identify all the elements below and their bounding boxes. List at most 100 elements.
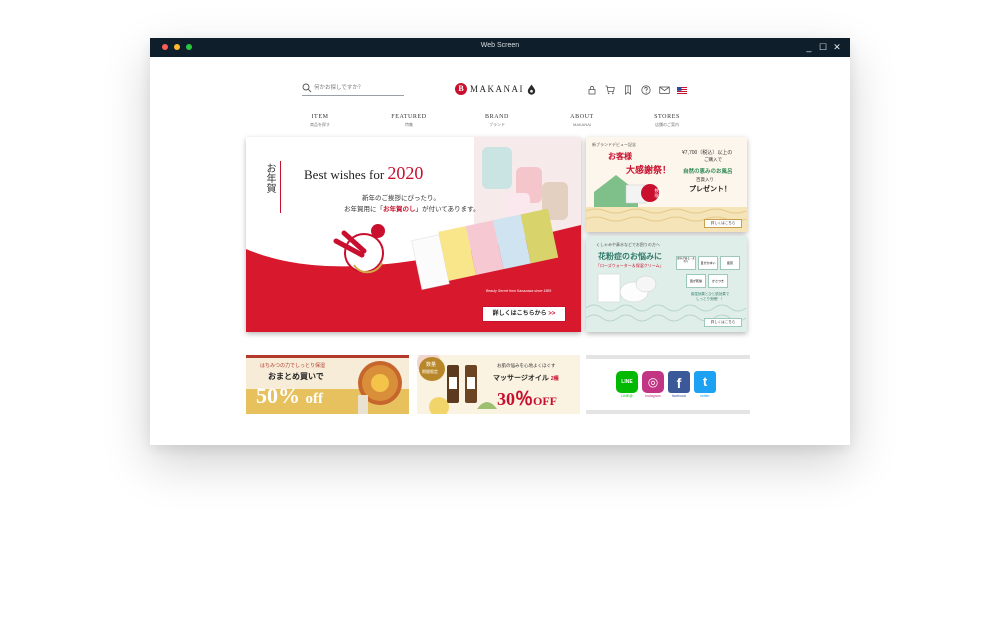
twitter-icon: t bbox=[694, 371, 716, 393]
minimize-button[interactable]: _ bbox=[804, 41, 814, 53]
promo-pollen-chip: かさつき bbox=[708, 274, 728, 288]
hero-button-label: 詳しくはこちらから bbox=[492, 311, 547, 317]
search-icon bbox=[302, 83, 312, 93]
instagram-icon: ◎ bbox=[642, 371, 664, 393]
banner-oil-title: マッサージオイル bbox=[493, 375, 549, 382]
promo-pollen-chip: 肌荒 bbox=[720, 256, 740, 270]
banner-oil-discount: 30％OFF bbox=[497, 385, 557, 411]
nav-label: ITEM bbox=[311, 114, 329, 120]
nav-item-brand[interactable]: BRAND ブランド bbox=[462, 114, 532, 128]
main-nav: ITEM 商品を探す FEATURED 特集 BRAND ブランド ABOUT MAKA… bbox=[290, 114, 710, 132]
banner-oil-off: OFF bbox=[533, 394, 557, 408]
hero-credit: Beauty Secret from Kanazawa since 1889 bbox=[486, 289, 552, 293]
lock-icon[interactable] bbox=[586, 84, 598, 96]
promo-pollen-chip: 肌が乾燥 bbox=[686, 274, 706, 288]
promo-pollen-card[interactable]: くしゃみや鼻水などでお困りの方へ 花粉症のお悩みに 「ローズウォーター＆保湿クリ… bbox=[586, 236, 747, 332]
line-icon: LINE bbox=[616, 371, 638, 393]
logo-mark: B bbox=[455, 83, 467, 95]
promo-thanks-button[interactable]: 詳しくはこちら bbox=[704, 219, 742, 228]
nav-label: BRAND bbox=[484, 114, 509, 120]
close-button[interactable]: ✕ bbox=[832, 41, 842, 53]
cart-icon[interactable] bbox=[604, 84, 616, 96]
nav-item-item[interactable]: ITEM 商品を探す bbox=[285, 114, 355, 128]
banner-honey-big: 50% bbox=[256, 383, 300, 408]
banner-oil-count: 2種 bbox=[550, 376, 559, 382]
logo-text: MAKANAI bbox=[470, 84, 524, 94]
promo-thanks-badge-1: お客様 bbox=[608, 152, 632, 161]
nav-sublabel: MAKANAI bbox=[572, 122, 591, 127]
search-bar[interactable] bbox=[302, 82, 404, 96]
banner-honey-title: おまとめ買いで bbox=[268, 372, 324, 381]
nav-sublabel: ブランド bbox=[489, 122, 505, 127]
promo-thanks-present: プレゼント！ bbox=[689, 186, 731, 193]
hero-line-2-post: 」が付いてあります。 bbox=[415, 206, 480, 213]
social-instagram-link[interactable]: ◎ Instagram bbox=[642, 371, 664, 398]
mail-icon[interactable] bbox=[658, 84, 670, 96]
bookmark-icon[interactable] bbox=[622, 84, 634, 96]
promo-thanks-gift-2: 百貨入り bbox=[696, 177, 714, 182]
facebook-icon: f bbox=[668, 371, 690, 393]
nav-label: FEATURED bbox=[391, 114, 427, 120]
promo-thanks-amount-suffix: （税込）以上の bbox=[697, 150, 733, 156]
hero-banner[interactable]: お年賀 Best wishes for 2020 新年のご挨拶にぴったり。 お年… bbox=[246, 137, 581, 332]
hero-title-text: Best wishes for bbox=[304, 167, 388, 182]
search-input[interactable] bbox=[314, 83, 402, 93]
social-label: LINE@ bbox=[621, 394, 633, 398]
banner-oil-sub: お肌の悩みを心地よくほぐす bbox=[497, 363, 556, 368]
promo-pollen-chip: 目がかゆい bbox=[698, 256, 718, 270]
us-flag-icon[interactable] bbox=[676, 84, 688, 96]
browser-window: Web Screen _ ☐ ✕ B MAKANAI ITEM 商品を探す FEA… bbox=[150, 38, 850, 445]
nav-sublabel: 商品を探す bbox=[310, 122, 330, 127]
social-label: facebook bbox=[671, 394, 687, 398]
hero-line-2-pre: お年賀用に「 bbox=[344, 206, 383, 213]
promo-pollen-title: 花粉症のお悩みに bbox=[598, 252, 662, 261]
promo-thanks-purchase: ご購入で bbox=[704, 157, 722, 162]
hero-year: 2020 bbox=[387, 163, 424, 183]
promo-thanks-card[interactable]: 新ブランドデビュー記念 お客様 大感謝祭！ ¥7,700（税込）以上の ご購入で… bbox=[586, 137, 747, 232]
nav-label: STORES bbox=[654, 114, 680, 120]
promo-thanks-badge-2: 大感謝祭！ bbox=[626, 165, 672, 175]
nav-sublabel: 店舗のご案内 bbox=[655, 122, 679, 127]
social-label: Instagram bbox=[645, 394, 661, 398]
site-logo[interactable]: B MAKANAI bbox=[455, 82, 536, 96]
drop-icon bbox=[527, 84, 536, 95]
hero-detail-button[interactable]: 詳しくはこちらから >> bbox=[482, 306, 566, 322]
hero-line-2: お年賀用に「お年賀のし」が付いてあります。 bbox=[344, 203, 479, 213]
promo-pollen-subtitle: 「ローズウォーター＆保湿クリーム」 bbox=[596, 263, 664, 268]
window-title: Web Screen bbox=[480, 42, 520, 49]
promo-pollen-chip: 鼻水が出る・まわり bbox=[676, 256, 696, 270]
hero-vertical-text: お年賀 bbox=[264, 163, 275, 193]
promo-thanks-stamp: 数量限定 bbox=[654, 188, 663, 198]
hero-button-arrow: >> bbox=[548, 311, 556, 317]
social-twitter-link[interactable]: t twitter bbox=[694, 371, 716, 398]
header-icons bbox=[586, 84, 688, 96]
title-bar: Web Screen _ ☐ ✕ bbox=[150, 38, 850, 57]
promo-thanks-tag: 新ブランドデビュー記念 bbox=[592, 142, 636, 147]
nav-label: ABOUT bbox=[570, 114, 594, 120]
promo-thanks-amount-value: ¥7,700 bbox=[682, 150, 698, 156]
promo-thanks-gift: 自然の恵みのお風呂 bbox=[683, 169, 733, 175]
nav-item-about[interactable]: ABOUT MAKANAI bbox=[547, 114, 617, 127]
promo-pollen-note: 保湿効果とひと肌効果で しっとり安眠！！ bbox=[690, 292, 730, 301]
promo-thanks-amount: ¥7,700（税込）以上の bbox=[682, 149, 732, 156]
banner-oil-big: 30％ bbox=[497, 389, 533, 409]
social-facebook-link[interactable]: f facebook bbox=[668, 371, 690, 398]
social-line-link[interactable]: LINE LINE@ bbox=[616, 371, 638, 398]
promo-pollen-button[interactable]: 詳しくはこちら bbox=[704, 318, 742, 327]
nav-item-featured[interactable]: FEATURED 特集 bbox=[374, 114, 444, 128]
banner-oil[interactable]: 数量 期間限定 お肌の悩みを心地よくほぐす マッサージオイル 2種 30％OFF bbox=[417, 355, 580, 414]
hero-line-1: 新年のご挨拶にぴったり。 bbox=[362, 195, 440, 202]
banner-honey[interactable]: はちみつの力でしっとり保湿 おまとめ買いで 50% off bbox=[246, 355, 409, 414]
nav-item-stores[interactable]: STORES 店舗のご案内 bbox=[632, 114, 702, 128]
banner-oil-tag-2: 期間限定 bbox=[422, 369, 438, 374]
social-links: LINE LINE@ ◎ Instagram f facebook t twit… bbox=[616, 371, 716, 398]
banner-honey-discount: 50% off bbox=[256, 383, 323, 409]
hero-line-2-highlight: お年賀のし bbox=[383, 206, 416, 213]
banner-oil-tag-1: 数量 bbox=[426, 362, 437, 368]
maximize-button[interactable]: ☐ bbox=[818, 41, 828, 53]
hero-title: Best wishes for 2020 bbox=[304, 163, 423, 184]
banner-honey-tag: はちみつの力でしっとり保湿 bbox=[260, 363, 326, 369]
help-icon[interactable] bbox=[640, 84, 652, 96]
nav-sublabel: 特集 bbox=[405, 122, 413, 127]
banner-oil-title-wrap: マッサージオイル 2種 bbox=[493, 373, 559, 383]
